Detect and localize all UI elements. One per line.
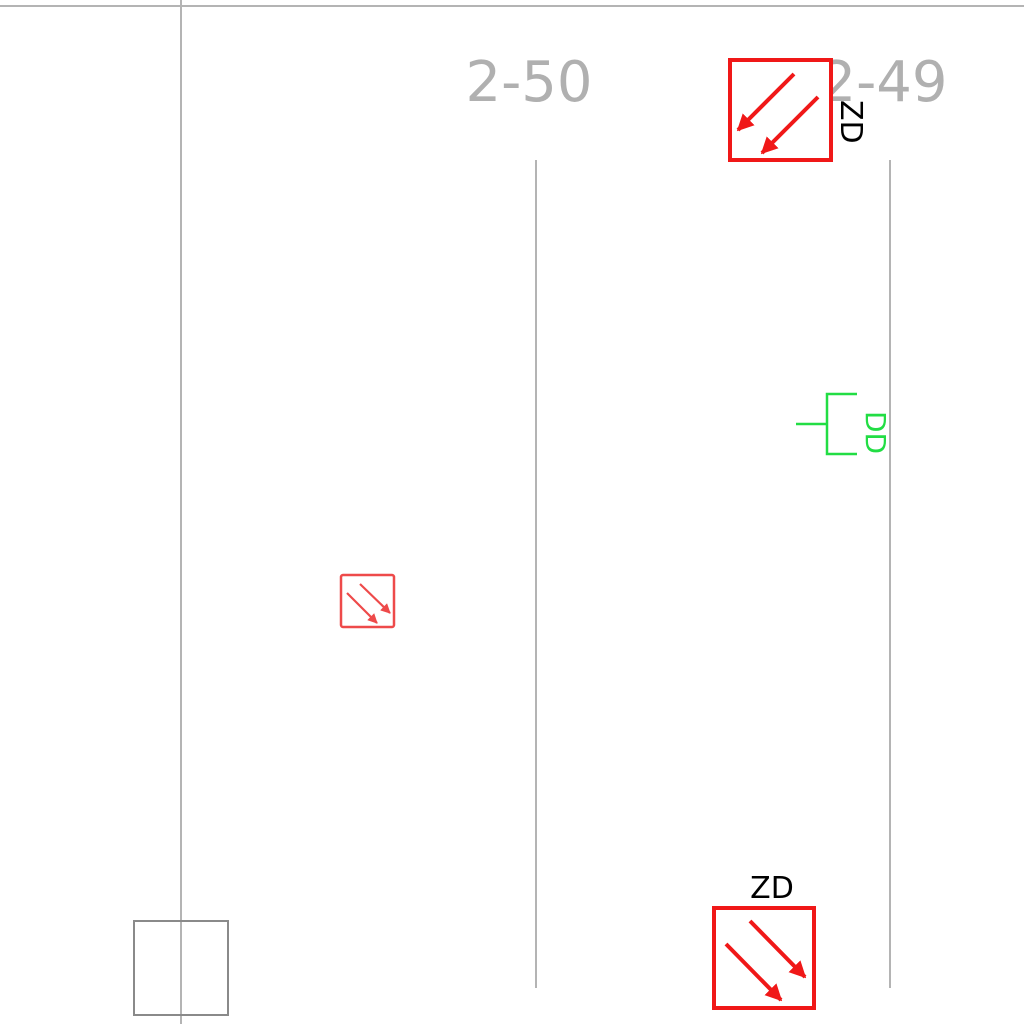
- smoke-damper-symbol-icon[interactable]: [712, 906, 816, 1010]
- bottom-damper-box: [712, 906, 816, 1010]
- smoke-damper-symbol-icon[interactable]: [728, 58, 833, 162]
- small-damper-box: [339, 573, 396, 629]
- grid-lines: [0, 0, 1024, 1024]
- axis-label-2-50: 2-50: [465, 50, 592, 115]
- bottom-device-tag: ZD: [750, 871, 794, 906]
- branch-bracket: [825, 392, 857, 456]
- top-device-tag: ZD: [833, 100, 868, 144]
- cad-drawing-canvas[interactable]: 2-50 2-49 ZD DD ZD: [0, 0, 1024, 1024]
- damper-symbol-icon[interactable]: [339, 573, 396, 629]
- duct-branch-icon[interactable]: [796, 392, 857, 456]
- green-device-tag: DD: [859, 411, 892, 454]
- top-damper-box: [728, 58, 833, 162]
